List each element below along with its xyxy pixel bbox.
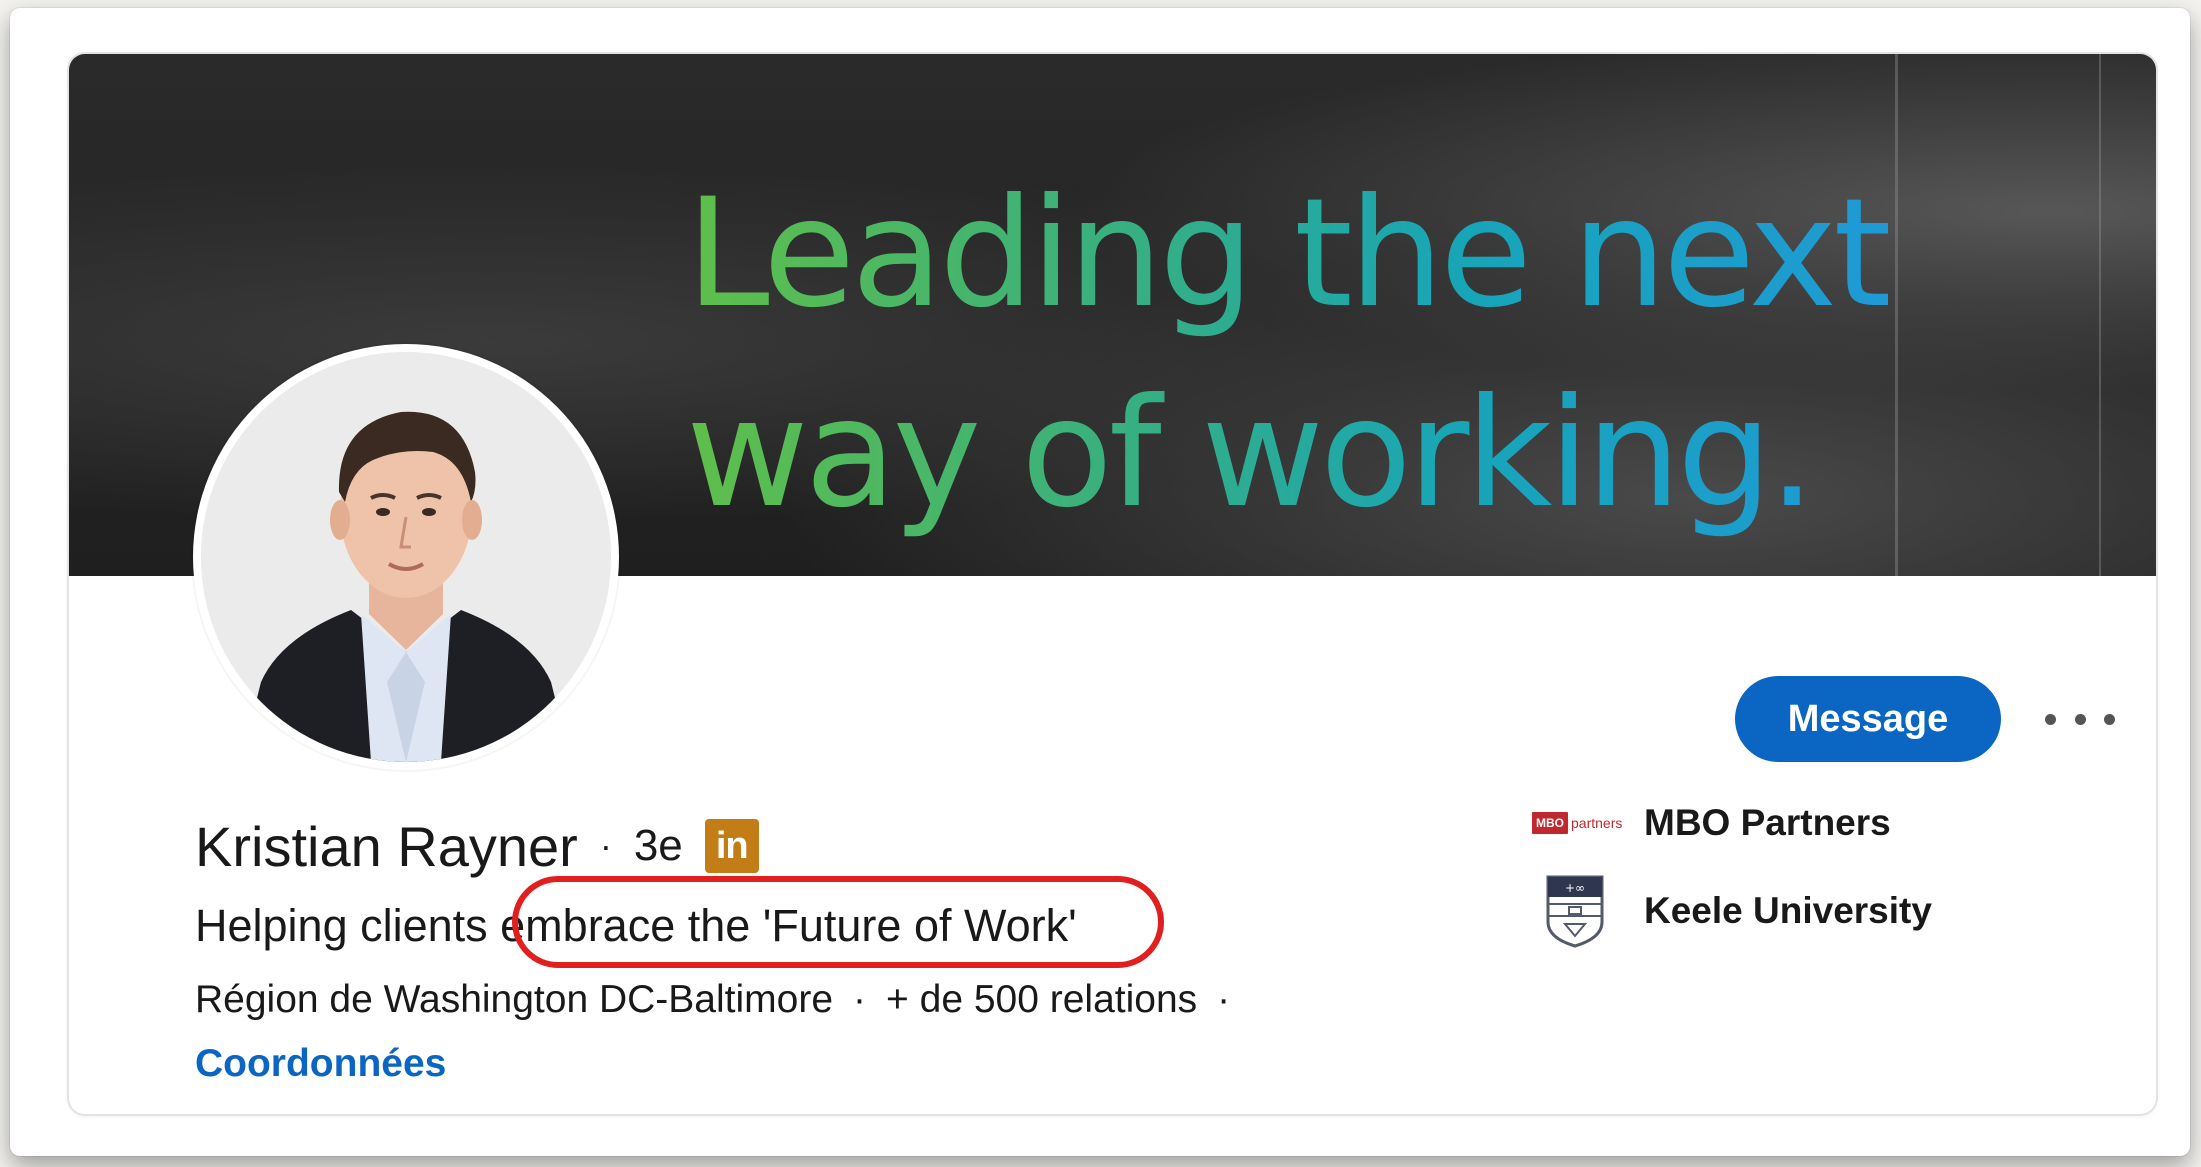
connection-degree: 3e: [633, 821, 683, 870]
banner-decoration-line: [1895, 54, 1898, 576]
location-row: Région de Washington DC-Baltimore · + de…: [195, 978, 1230, 1022]
profile-card: Leading the next way of working. Message…: [69, 54, 2156, 1114]
org-item-keele-university[interactable]: +∞ Keele University: [1532, 874, 1932, 948]
message-button[interactable]: Message: [1735, 676, 2001, 762]
banner-decoration-line: [2099, 54, 2101, 576]
profile-photo-illustration: [201, 352, 611, 762]
cover-headline-line2: way of working.: [686, 367, 1812, 541]
separator-dot: ·: [1217, 978, 1231, 1021]
ellipsis-icon: [2074, 713, 2086, 725]
separator-dot: ·: [853, 978, 867, 1021]
more-actions-button[interactable]: [2045, 694, 2115, 744]
screenshot-frame: Leading the next way of working. Message…: [10, 8, 2190, 1156]
avatar[interactable]: [193, 344, 619, 770]
cover-headline: Leading the next way of working.: [686, 154, 1888, 554]
annotation-highlight-oval: [512, 876, 1164, 968]
ellipsis-icon: [2045, 713, 2056, 725]
linkedin-in-icon: in: [704, 819, 759, 873]
org-item-mbo-partners[interactable]: MBO partners MBO Partners: [1532, 802, 1891, 844]
cover-headline-line1: Leading the next: [686, 167, 1889, 341]
mbo-partners-logo: MBO partners: [1532, 806, 1622, 840]
connections-count: + de 500 relations: [886, 978, 1198, 1021]
ellipsis-icon: [2104, 713, 2115, 725]
org-label: MBO Partners: [1644, 802, 1891, 843]
location-text: Région de Washington DC-Baltimore: [195, 978, 834, 1021]
profile-name: Kristian Rayner: [195, 814, 578, 878]
keele-university-crest: +∞: [1546, 875, 1604, 948]
profile-photo: [201, 352, 611, 762]
org-label: Keele University: [1644, 890, 1932, 931]
svg-text:+∞: +∞: [1565, 881, 1585, 895]
contact-info-link[interactable]: Coordonnées: [195, 1042, 446, 1086]
separator-dot: ·: [599, 825, 612, 866]
name-row: Kristian Rayner · 3e in: [195, 814, 759, 878]
